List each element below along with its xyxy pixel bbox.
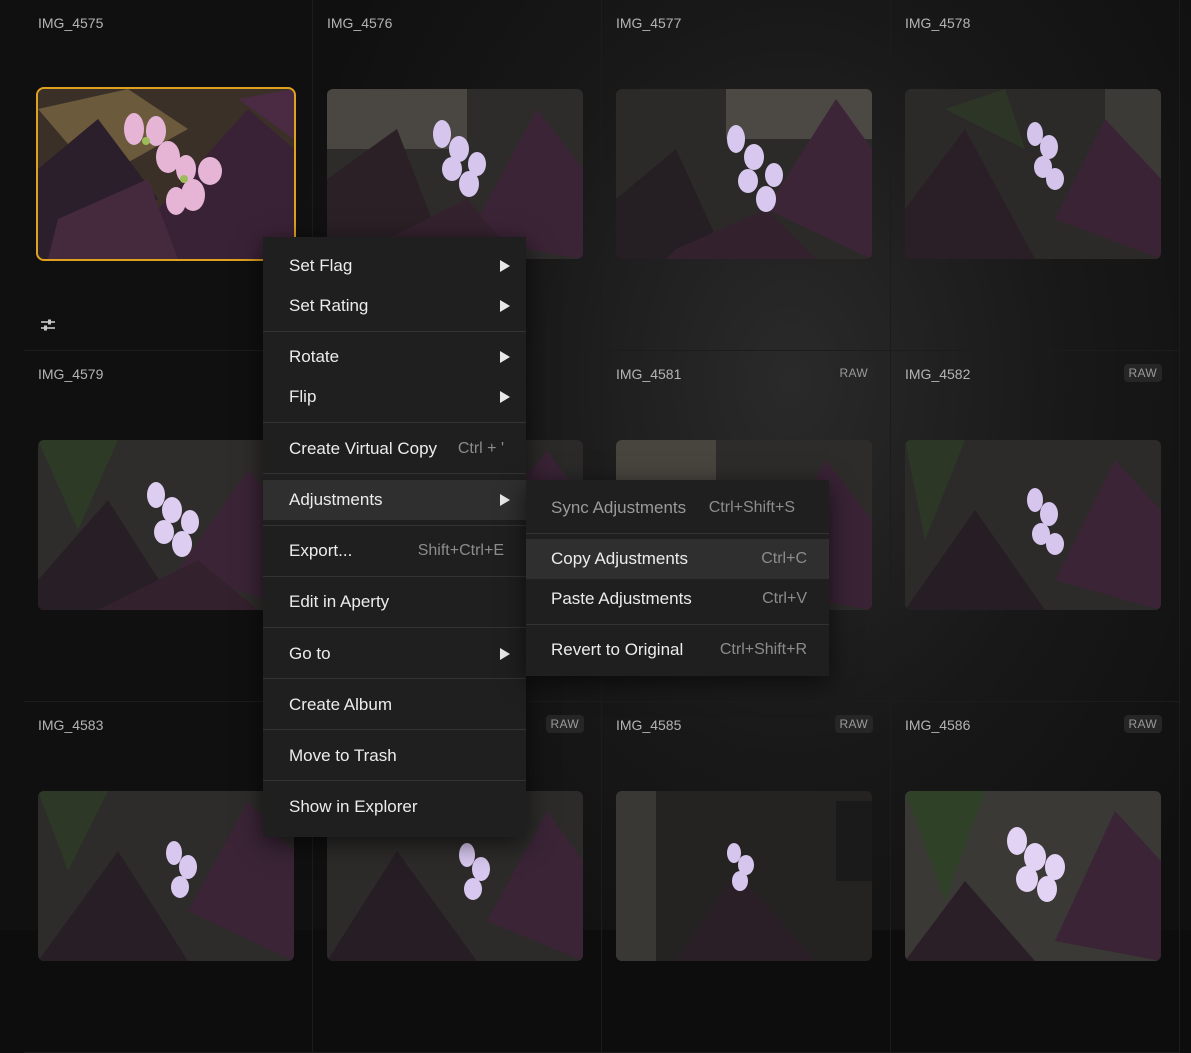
menu-item-export[interactable]: Export... Shift+Ctrl+E [263,531,526,571]
file-name: IMG_4575 [38,15,104,31]
menu-item-shortcut: Ctrl+Shift+S [708,499,795,516]
raw-badge: RAW [1123,364,1162,382]
photo-thumbnail[interactable] [38,440,294,610]
menu-item-label: Create Album [289,695,392,714]
photo-grid: IMG_4575 IMG_4576 IMG_4577 IMG_4578 IMG_… [0,0,1191,1053]
grid-cell[interactable]: IMG_4577 [602,0,891,351]
menu-item-shortcut: Ctrl+Shift+R [719,641,807,658]
menu-item-shortcut: Ctrl+C [761,550,807,567]
file-name: IMG_4578 [905,15,971,31]
menu-item-set-rating[interactable]: Set Rating [263,286,526,326]
menu-separator [263,422,526,423]
menu-separator [263,678,526,679]
menu-item-label: Export... [289,541,353,560]
menu-item-shortcut: Ctrl + ' [457,440,504,457]
menu-item-set-flag[interactable]: Set Flag [263,246,526,286]
file-name: IMG_4579 [38,366,104,382]
photo-thumbnail-image [616,89,872,259]
menu-item-shortcut: Ctrl+V [762,590,807,607]
photo-thumbnail[interactable] [36,87,296,261]
photo-thumbnail-image [38,791,294,961]
menu-item-label: Go to [289,644,331,663]
file-name: IMG_4583 [38,717,104,733]
menu-item-rotate[interactable]: Rotate [263,337,526,377]
raw-badge: RAW [545,715,584,733]
sliders-icon [39,318,57,332]
photo-thumbnail-image [38,440,294,610]
menu-separator [263,576,526,577]
file-name: IMG_4581 [616,366,682,382]
menu-item-label: Flip [289,387,317,406]
menu-item-label: Create Virtual Copy [289,439,438,458]
menu-item-adjustments[interactable]: Adjustments [263,480,526,520]
menu-item-label: Revert to Original [551,640,684,659]
photo-thumbnail-image [905,440,1161,610]
triangle-right-icon [500,260,510,272]
menu-item-label: Set Rating [289,296,369,315]
file-name: IMG_4577 [616,15,682,31]
menu-separator [263,729,526,730]
menu-item-label: Edit in Aperty [289,592,390,611]
file-name: IMG_4582 [905,366,971,382]
menu-item-edit-in-aperty[interactable]: Edit in Aperty [263,582,526,622]
menu-item-move-to-trash[interactable]: Move to Trash [263,736,526,776]
menu-separator [263,525,526,526]
menu-item-show-in-explorer[interactable]: Show in Explorer [263,787,526,827]
photo-thumbnail[interactable] [38,791,294,961]
menu-item-label: Move to Trash [289,746,397,765]
menu-separator [526,533,829,534]
menu-item-shortcut: Shift+Ctrl+E [417,542,504,559]
menu-item-create-virtual-copy[interactable]: Create Virtual Copy Ctrl + ' [263,429,526,469]
photo-thumbnail-image [327,89,583,259]
menu-item-label: Copy Adjustments [551,549,689,568]
triangle-right-icon [500,494,510,506]
submenu-item-copy-adjustments[interactable]: Copy Adjustments Ctrl+C [526,539,829,579]
photo-thumbnail[interactable] [616,791,872,961]
grid-cell[interactable]: IMG_4586 RAW [891,702,1180,1053]
menu-item-create-album[interactable]: Create Album [263,685,526,725]
photo-thumbnail[interactable] [616,89,872,259]
triangle-right-icon [500,300,510,312]
menu-item-label: Sync Adjustments [551,498,687,517]
menu-item-label: Show in Explorer [289,797,418,816]
submenu-item-revert-to-original[interactable]: Revert to Original Ctrl+Shift+R [526,630,829,670]
menu-item-label: Paste Adjustments [551,589,692,608]
raw-badge: RAW [834,364,873,382]
menu-separator [263,627,526,628]
menu-separator [263,473,526,474]
raw-badge: RAW [1123,715,1162,733]
submenu-item-sync-adjustments[interactable]: Sync Adjustments Ctrl+Shift+S [526,488,829,528]
photo-thumbnail-image [905,791,1161,961]
menu-item-label: Adjustments [289,490,383,509]
menu-item-flip[interactable]: Flip [263,377,526,417]
menu-separator [263,780,526,781]
context-menu: Set Flag Set Rating Rotate Flip Create V… [263,237,526,837]
file-name: IMG_4576 [327,15,393,31]
triangle-right-icon [500,351,510,363]
menu-separator [263,331,526,332]
triangle-right-icon [500,391,510,403]
menu-item-label: Set Flag [289,256,353,275]
photo-thumbnail-image [616,791,872,961]
file-name: IMG_4586 [905,717,971,733]
photo-thumbnail[interactable] [905,440,1161,610]
raw-badge: RAW [834,715,873,733]
photo-thumbnail-image [38,89,294,259]
menu-item-go-to[interactable]: Go to [263,634,526,674]
adjustments-submenu: Sync Adjustments Ctrl+Shift+S Copy Adjus… [526,480,829,676]
grid-cell[interactable]: IMG_4578 [891,0,1180,351]
photo-thumbnail[interactable] [905,791,1161,961]
triangle-right-icon [500,648,510,660]
grid-cell[interactable]: IMG_4582 RAW [891,351,1180,702]
menu-item-label: Rotate [289,347,340,366]
menu-separator [526,624,829,625]
grid-cell[interactable]: IMG_4585 RAW [602,702,891,1053]
submenu-item-paste-adjustments[interactable]: Paste Adjustments Ctrl+V [526,579,829,619]
photo-thumbnail[interactable] [905,89,1161,259]
photo-thumbnail[interactable] [327,89,583,259]
file-name: IMG_4585 [616,717,682,733]
photo-thumbnail-image [905,89,1161,259]
